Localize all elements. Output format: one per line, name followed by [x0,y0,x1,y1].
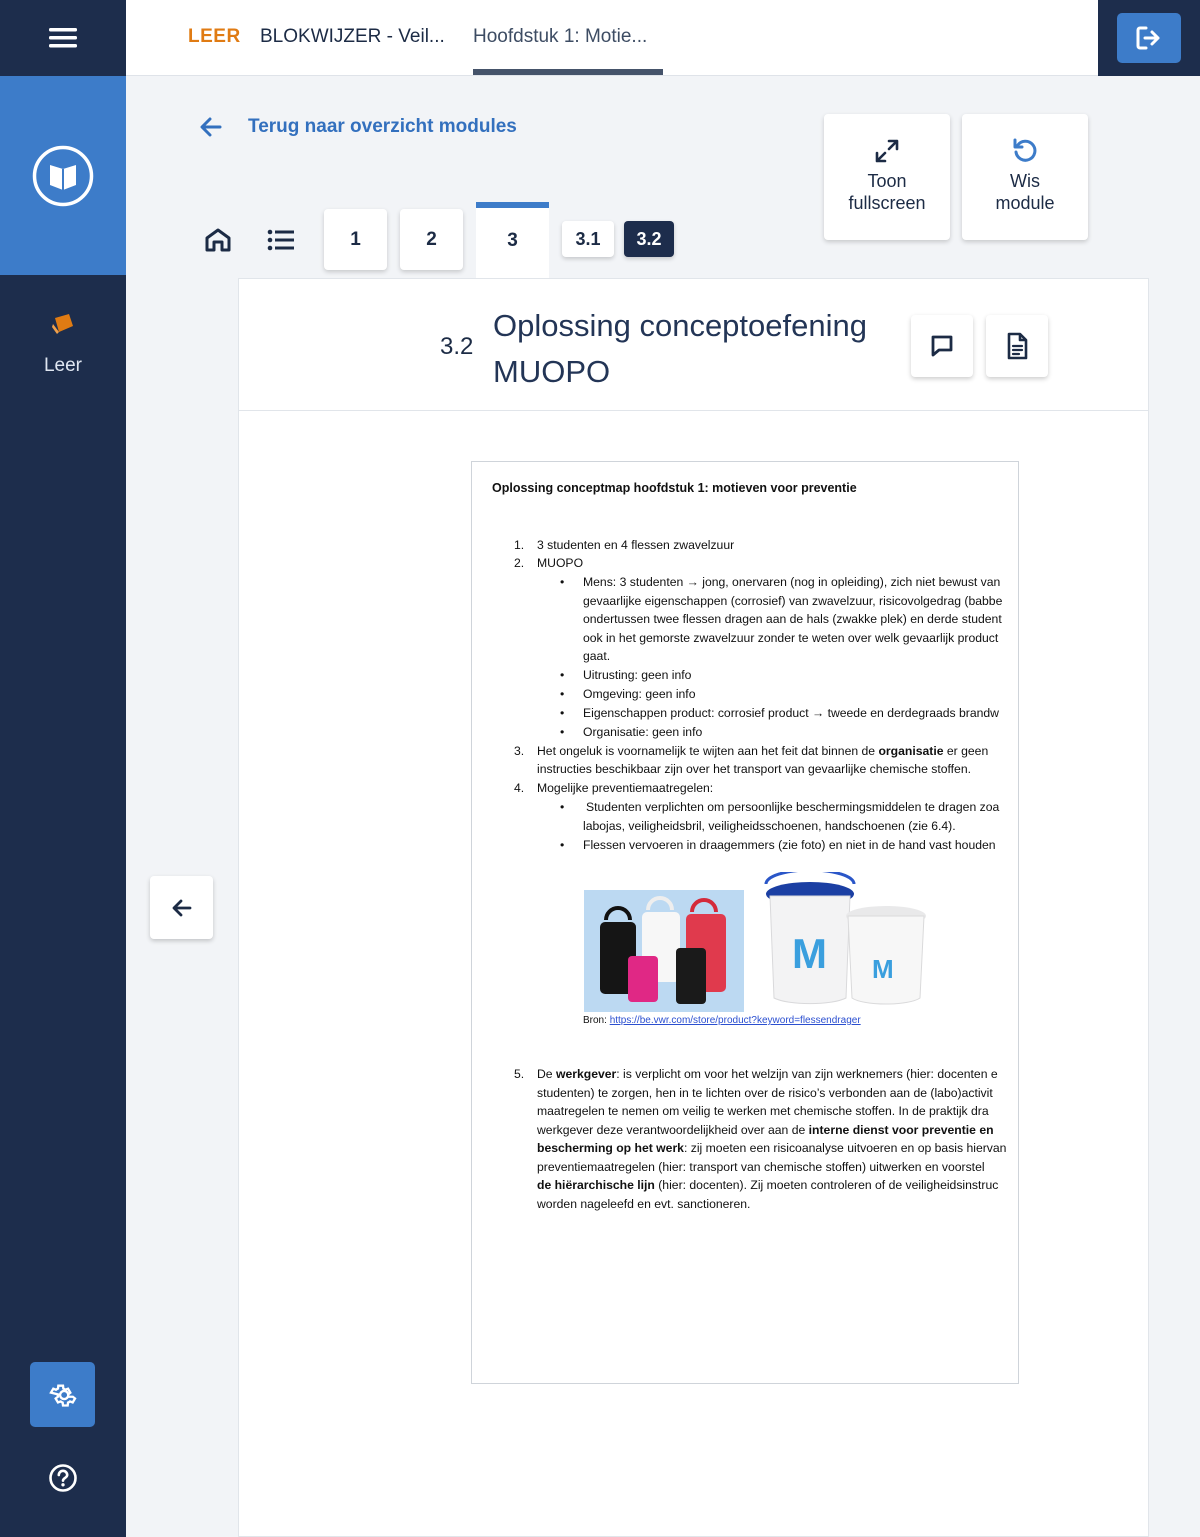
menu-button[interactable] [0,0,126,76]
list-item: gaat. [583,649,611,663]
arrow-left-icon [200,117,222,137]
back-link-label: Terug naar overzicht modules [248,116,517,137]
list-item: werkgever deze verantwoordelijkheid over… [537,1123,994,1137]
list-item: Studenten verplichten om persoonlijke be… [586,800,1000,814]
list-item: labojas, veiligheidsbril, veiligheidssch… [583,819,956,833]
course-logo[interactable] [0,76,126,275]
list-item: gevaarlijke eigenschappen (corrosief) va… [583,594,1003,608]
reset-label-line1: Wis [1010,171,1040,191]
eraser-icon [52,314,73,334]
list-item: preventiemaatregelen (hier: transport va… [537,1160,985,1174]
comment-icon [931,335,953,357]
bullet: • [560,575,565,589]
breadcrumb-leer[interactable]: LEER [188,26,241,48]
list-icon [267,229,294,251]
bullet: • [560,687,565,701]
breadcrumb-blokwijzer[interactable]: BLOKWIJZER - Veil... [260,26,445,48]
sidebar: Leer [0,0,126,1537]
document-title: Oplossing conceptmap hoofdstuk 1: motiev… [492,481,857,495]
document-page: Oplossing conceptmap hoofdstuk 1: motiev… [471,461,1019,1384]
list-item: studenten) te zorgen, hen in te lichten … [537,1086,993,1100]
fullscreen-label-line1: Toon [867,171,907,191]
help-button[interactable] [45,1460,80,1495]
settings-button[interactable] [30,1362,95,1427]
list-item: De werkgever: is verplicht om voor het w… [537,1067,998,1081]
tab-2[interactable]: 2 [400,209,463,270]
document-icon [1007,332,1028,360]
reset-icon [1013,138,1037,162]
list-item: Mogelijke preventiemaatregelen: [537,781,714,795]
photo-source: Bron: https://be.vwr.com/store/product?k… [583,1015,861,1026]
photo-row: M M [584,868,934,1017]
section-title: Oplossing conceptoefening MUOPO [493,308,867,389]
arrow-left-icon [172,899,191,916]
source-link[interactable]: https://be.vwr.com/store/product?keyword… [610,1015,861,1026]
section-number: 3.2 [440,333,474,360]
hamburger-icon [49,28,77,48]
reset-label-line2: module [995,193,1055,213]
tab-home[interactable] [200,222,236,258]
list-item: Mens: 3 studenten → jong, onervaren (nog… [583,575,1001,589]
content-panel: 3.2 Oplossing conceptoefening MUOPO Oplo… [238,278,1149,1537]
expand-icon [875,139,899,163]
subtab-3-2-active[interactable]: 3.2 [624,221,674,257]
list-item: ondertussen twee flessen dragen aan de h… [583,612,1002,626]
list-number: 3. [514,744,525,758]
list-number: 4. [514,781,525,795]
list-item: Eigenschappen product: corrosief product… [583,706,999,720]
book-icon [32,145,94,206]
list-item: ook in het gemorste zwavelzuur zonder te… [583,631,999,645]
list-number: 5. [514,1067,525,1081]
list-item: Flessen vervoeren in draagemmers (zie fo… [583,838,996,852]
nav-item-leer[interactable]: Leer [0,310,126,377]
subtab-3-1[interactable]: 3.1 [562,221,614,257]
list-item: bescherming op het werk: zij moeten een … [537,1141,1007,1155]
list-item: maatregelen te nemen om veilig te werken… [537,1104,989,1118]
svg-text:M: M [872,954,894,984]
bullet: • [560,706,565,720]
list-item: Omgeving: geen info [583,687,696,701]
list-item: 3 studenten en 4 flessen zwavelzuur [537,538,735,552]
list-item: de hiërarchische lijn (hier: docenten). … [537,1178,999,1192]
top-bar: LEER BLOKWIJZER - Veil... Hoofdstuk 1: M… [126,0,1200,76]
logout-area [1098,0,1200,76]
breadcrumb-hoofdstuk[interactable]: Hoofdstuk 1: Motie... [473,26,647,48]
section-header: 3.2 Oplossing conceptoefening MUOPO [239,279,1148,411]
logout-icon [1136,26,1160,50]
list-item: Organisatie: geen info [583,725,703,739]
bullet: • [560,668,565,682]
bullet: • [560,838,565,852]
fullscreen-button[interactable]: Toon fullscreen [824,114,950,240]
list-number: 2. [514,556,525,570]
comment-button[interactable] [911,315,973,377]
home-icon [205,228,231,252]
list-item: Uitrusting: geen info [583,668,692,682]
list-item: worden nageleefd en evt. sanctioneren. [537,1197,751,1211]
tab-1[interactable]: 1 [324,209,387,270]
buckets-photo: M M [762,868,932,1012]
tab-overview[interactable] [263,222,299,258]
fullscreen-label-line2: fullscreen [848,193,926,213]
gear-icon [48,1384,77,1407]
list-item: instructies beschikbaar zijn over het tr… [537,762,972,776]
list-item: MUOPO [537,556,584,570]
svg-text:M: M [792,930,827,977]
nav-item-label: Leer [43,355,83,376]
back-to-modules-link[interactable]: Terug naar overzicht modules [200,116,517,138]
bottle-carriers-photo [584,890,744,1012]
list-number: 1. [514,538,525,552]
logout-button[interactable] [1117,13,1181,63]
previous-page-button[interactable] [150,876,213,939]
bullet: • [560,800,565,814]
help-icon [48,1463,77,1492]
reset-module-button[interactable]: Wis module [962,114,1088,240]
tab-3-active[interactable]: 3 [476,202,549,280]
list-item: Het ongeluk is voornamelijk te wijten aa… [537,744,989,758]
document-button[interactable] [986,315,1048,377]
bullet: • [560,725,565,739]
breadcrumb-active-indicator [473,69,663,75]
